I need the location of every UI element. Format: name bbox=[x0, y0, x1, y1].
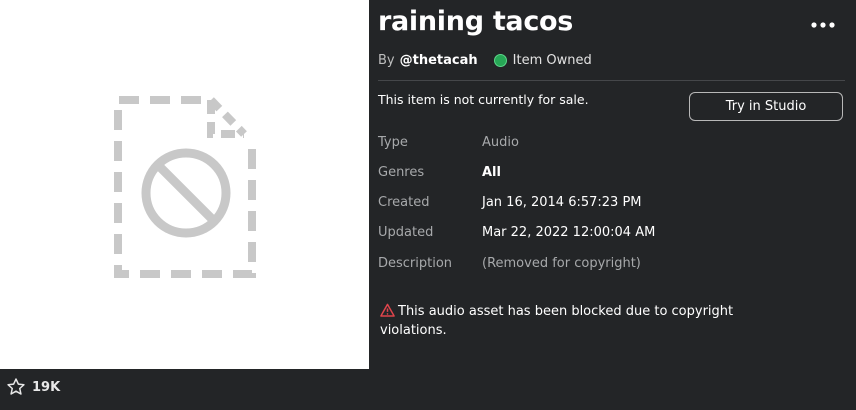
star-outline-icon bbox=[7, 378, 25, 395]
item-byline: By @thetacah Item Owned bbox=[378, 50, 592, 70]
creator-link[interactable]: @thetacah bbox=[400, 53, 478, 68]
more-options-button[interactable] bbox=[808, 14, 838, 36]
updated-label: Updated bbox=[378, 225, 434, 240]
favorite-count: 19K bbox=[32, 379, 61, 395]
item-title: raining tacos bbox=[378, 6, 574, 37]
created-value: Jan 16, 2014 6:57:23 PM bbox=[482, 195, 642, 210]
sale-status: This item is not currently for sale. bbox=[378, 92, 589, 107]
type-value: Audio bbox=[482, 135, 519, 150]
owned-check-icon bbox=[493, 53, 507, 67]
blocked-file-icon bbox=[114, 96, 256, 278]
by-label: By bbox=[378, 52, 395, 68]
warning-triangle-icon bbox=[380, 303, 395, 317]
genres-label: Genres bbox=[378, 165, 425, 180]
type-label: Type bbox=[378, 135, 408, 150]
item-thumbnail bbox=[0, 0, 369, 369]
favorite-button[interactable]: 19K bbox=[6, 376, 60, 398]
description-value: (Removed for copyright) bbox=[482, 256, 641, 271]
description-label: Description bbox=[378, 256, 453, 271]
genres-value[interactable]: All bbox=[482, 165, 501, 181]
updated-value: Mar 22, 2022 12:00:04 AM bbox=[482, 225, 656, 240]
owned-label: Item Owned bbox=[512, 52, 592, 68]
more-options-icon bbox=[811, 22, 835, 28]
warning-text: This audio asset has been blocked due to… bbox=[380, 304, 734, 338]
created-label: Created bbox=[378, 195, 430, 210]
try-in-studio-button[interactable]: Try in Studio bbox=[689, 92, 843, 121]
copyright-warning: This audio asset has been blocked due to… bbox=[380, 302, 800, 340]
divider bbox=[378, 80, 845, 81]
